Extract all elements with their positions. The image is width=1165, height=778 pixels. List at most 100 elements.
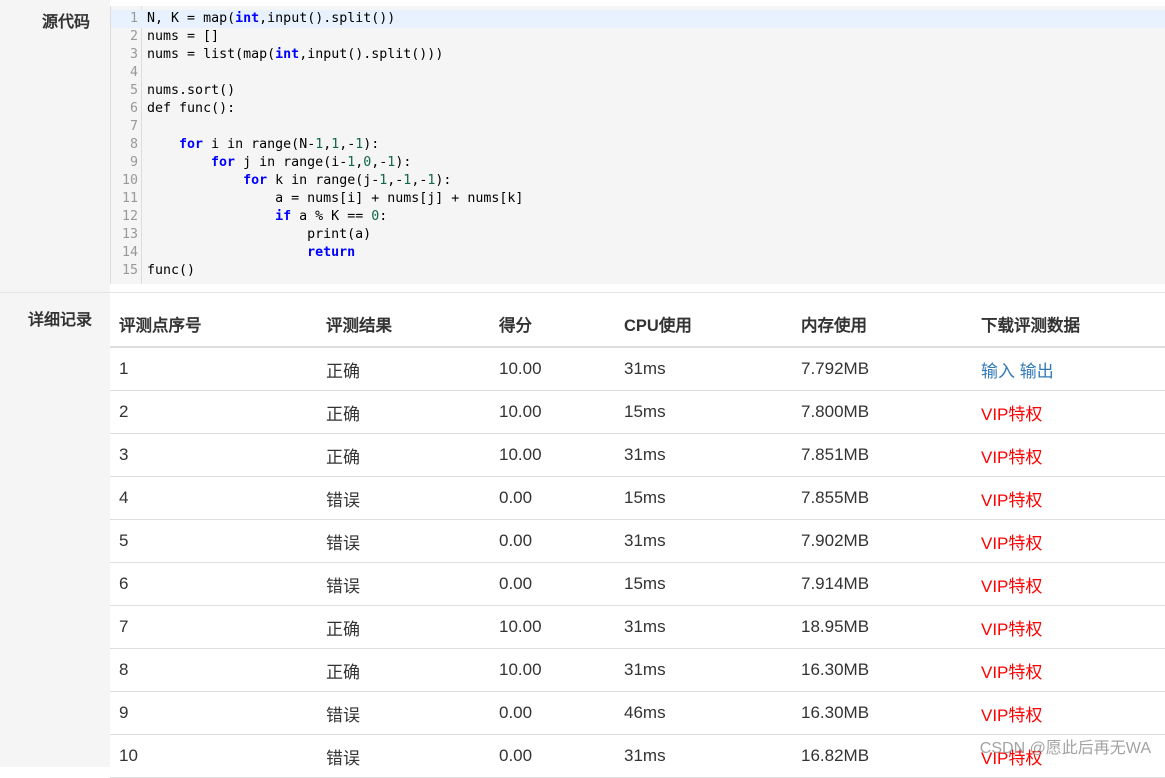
cell-cpu: 15ms (615, 476, 792, 520)
cell-download: VIP特权 (972, 562, 1165, 606)
vip-privilege-link[interactable]: VIP特权 (981, 405, 1042, 424)
cell-cpu: 31ms (615, 734, 792, 778)
cell-download: VIP特权 (972, 519, 1165, 563)
line-number: 12 (121, 209, 138, 224)
line-number: 10 (121, 173, 138, 188)
cell-score: 10.00 (490, 347, 615, 391)
table-row: 7 正确 10.00 31ms 18.95MB VIP特权 (110, 605, 1165, 649)
line-number: 6 (129, 101, 138, 116)
cell-result: 错误 (317, 562, 490, 606)
cell-memory: 7.800MB (792, 390, 972, 434)
cell-score: 10.00 (490, 390, 615, 434)
cell-cpu: 46ms (615, 691, 792, 735)
line-number: 13 (121, 227, 138, 242)
cell-cpu: 31ms (615, 433, 792, 477)
table-row: 1 正确 10.00 31ms 7.792MB 输入 输出 (110, 347, 1165, 391)
code-line: 11 a = nums[i] + nums[j] + nums[k] (111, 190, 1165, 208)
csdn-watermark: CSDN @愿此后再无WA (979, 740, 1151, 757)
code-line: 9 for j in range(i-1,0,-1): (111, 154, 1165, 172)
code-text: nums.sort() (147, 83, 236, 98)
cell-cpu: 15ms (615, 562, 792, 606)
vip-privilege-link[interactable]: VIP特权 (981, 577, 1042, 596)
code-line: 4 (111, 64, 1165, 82)
code-line: 13 print(a) (111, 226, 1165, 244)
cell-result: 错误 (317, 476, 490, 520)
code-line: 1 N, K = map(int,input().split()) (111, 10, 1165, 28)
table-row: 9 错误 0.00 46ms 16.30MB VIP特权 (110, 691, 1165, 735)
cell-download: VIP特权 (972, 433, 1165, 477)
line-number: 7 (129, 119, 138, 134)
cell-result: 正确 (317, 605, 490, 649)
code-text: if a % K == 0: (275, 209, 388, 224)
cell-score: 10.00 (490, 433, 615, 477)
table-row: 4 错误 0.00 15ms 7.855MB VIP特权 (110, 476, 1165, 520)
results-table: 评测点序号 评测结果 得分 CPU使用 内存使用 下载评测数据 1 正确 10.00… (110, 302, 1165, 778)
cell-score: 0.00 (490, 562, 615, 606)
code-line: 10 for k in range(j-1,-1,-1): (111, 172, 1165, 190)
line-number: 5 (129, 83, 138, 98)
cell-memory: 7.902MB (792, 519, 972, 563)
cell-score: 0.00 (490, 734, 615, 778)
cell-index: 10 (110, 734, 317, 778)
vip-privilege-link[interactable]: VIP特权 (981, 534, 1042, 553)
code-line: 3 nums = list(map(int,input().split())) (111, 46, 1165, 64)
vip-privilege-link[interactable]: VIP特权 (981, 706, 1042, 725)
cell-download: VIP特权 (972, 390, 1165, 434)
line-number: 8 (129, 137, 138, 152)
vip-privilege-link[interactable]: VIP特权 (981, 491, 1042, 510)
table-row: 3 正确 10.00 31ms 7.851MB VIP特权 (110, 433, 1165, 477)
cell-index: 3 (110, 433, 317, 477)
code-text: nums = list(map(int,input().split())) (147, 47, 444, 62)
cell-cpu: 31ms (615, 519, 792, 563)
vip-privilege-link[interactable]: VIP特权 (981, 663, 1042, 682)
header-memory: 内存使用 (792, 302, 972, 348)
cell-score: 0.00 (490, 691, 615, 735)
cell-memory: 16.30MB (792, 691, 972, 735)
cell-download: VIP特权 (972, 476, 1165, 520)
cell-index: 7 (110, 605, 317, 649)
code-text: func() (147, 263, 196, 278)
cell-index: 4 (110, 476, 317, 520)
table-row: 6 错误 0.00 15ms 7.914MB VIP特权 (110, 562, 1165, 606)
detail-records-label: 详细记录 (27, 310, 92, 329)
download-output-link[interactable]: 输出 (1020, 362, 1054, 381)
vip-privilege-link[interactable]: VIP特权 (981, 448, 1042, 467)
cell-memory: 7.914MB (792, 562, 972, 606)
code-text: for k in range(j-1,-1,-1): (243, 173, 452, 188)
code-editor[interactable]: 1 N, K = map(int,input().split()) 2 nums = … (110, 6, 1165, 284)
cell-cpu: 31ms (615, 605, 792, 649)
cell-result: 正确 (317, 390, 490, 434)
table-header-row: 评测点序号 评测结果 得分 CPU使用 内存使用 下载评测数据 (110, 302, 1165, 348)
cell-memory: 16.30MB (792, 648, 972, 692)
cell-result: 错误 (317, 734, 490, 778)
line-number: 2 (129, 29, 138, 44)
cell-download: VIP特权 (972, 691, 1165, 735)
vip-privilege-link[interactable]: VIP特权 (981, 620, 1042, 639)
cell-result: 错误 (317, 691, 490, 735)
source-label-panel (0, 0, 110, 292)
cell-index: 8 (110, 648, 317, 692)
cell-index: 6 (110, 562, 317, 606)
line-number: 14 (121, 245, 138, 260)
code-line: 12 if a % K == 0: (111, 208, 1165, 226)
cell-index: 2 (110, 390, 317, 434)
cell-cpu: 31ms (615, 648, 792, 692)
code-line: 5 nums.sort() (111, 82, 1165, 100)
code-line: 7 (111, 118, 1165, 136)
source-code-label: 源代码 (41, 12, 90, 31)
code-line: 15 func() (111, 262, 1165, 280)
code-text: for j in range(i-1,0,-1): (211, 155, 412, 170)
line-number: 3 (129, 47, 138, 62)
table-row: 8 正确 10.00 31ms 16.30MB VIP特权 (110, 648, 1165, 692)
header-download: 下载评测数据 (972, 302, 1165, 348)
code-text: for i in range(N-1,1,-1): (179, 137, 380, 152)
header-result: 评测结果 (317, 302, 490, 348)
download-input-link[interactable]: 输入 (981, 362, 1015, 381)
cell-memory: 7.851MB (792, 433, 972, 477)
code-line: 14 return (111, 244, 1165, 262)
code-text: print(a) (307, 227, 372, 242)
header-index: 评测点序号 (110, 302, 317, 348)
code-text: a = nums[i] + nums[j] + nums[k] (275, 191, 524, 206)
line-number: 15 (121, 263, 138, 278)
cell-download: VIP特权 (972, 605, 1165, 649)
